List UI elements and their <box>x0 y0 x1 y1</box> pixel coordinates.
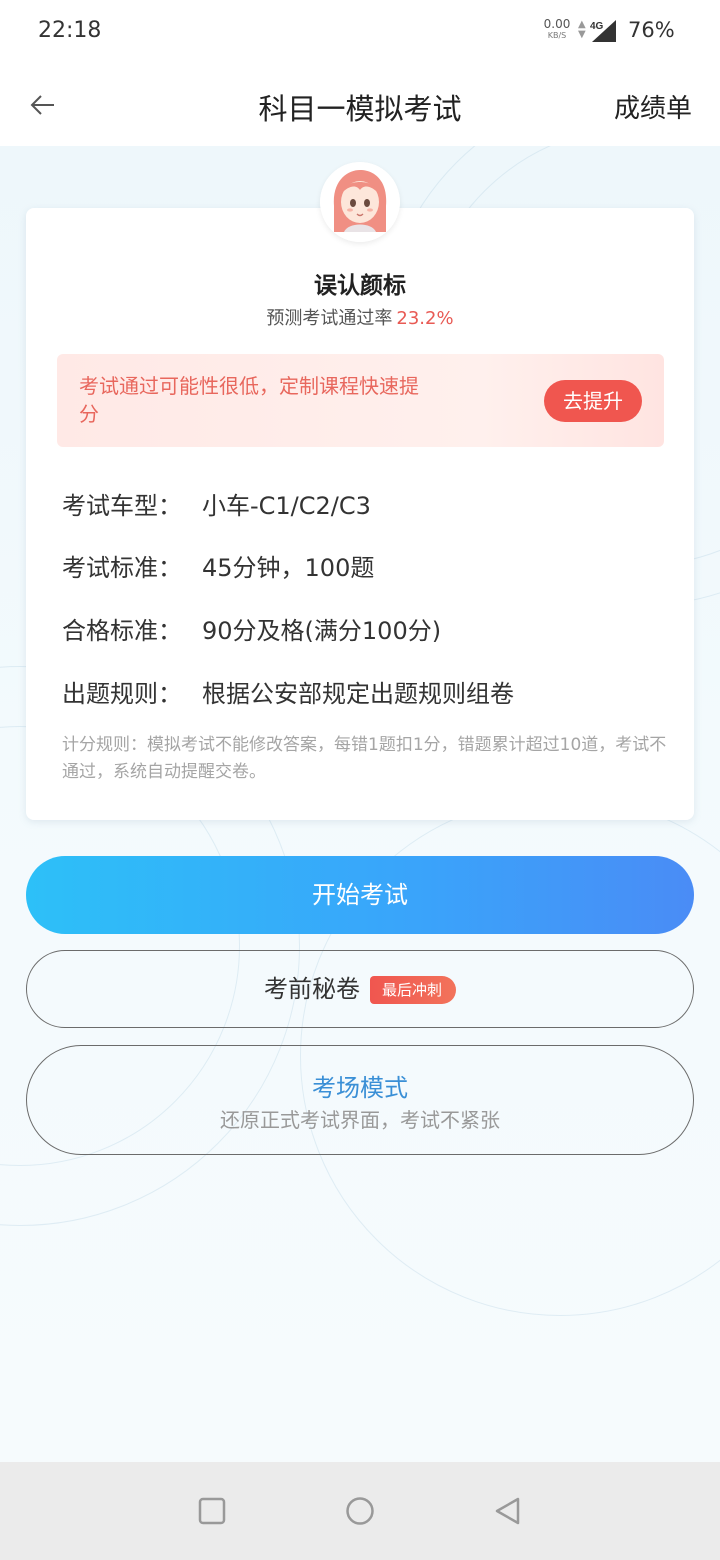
info-label: 合格标准： <box>62 617 182 645</box>
pass-rate-label: 预测考试通过率 <box>266 308 393 329</box>
back-nav-icon[interactable] <box>492 1495 524 1527</box>
info-value: 根据公安部规定出题规则组卷 <box>202 680 514 708</box>
system-nav-bar <box>0 1462 720 1560</box>
svg-text:4G: 4G <box>590 21 604 32</box>
info-label: 考试车型： <box>62 492 182 520</box>
home-icon[interactable] <box>344 1495 376 1527</box>
info-row-pass-standard: 合格标准： 90分及格(满分100分) <box>62 611 441 646</box>
exam-mode-title: 考场模式 <box>312 1074 408 1102</box>
page-title: 科目一模拟考试 <box>258 92 462 126</box>
pass-rate: 预测考试通过率 23.2% <box>26 304 694 330</box>
status-time: 22:18 <box>38 18 102 43</box>
promo-banner: 考试通过可能性很低，定制课程快速提分 去提升 <box>57 354 664 447</box>
exam-info-card: 误认颜标 预测考试通过率 23.2% 考试通过可能性很低，定制课程快速提分 去提升… <box>26 208 694 820</box>
start-exam-button[interactable]: 开始考试 <box>26 856 694 934</box>
secret-paper-label: 考前秘卷 <box>263 975 360 1003</box>
report-card-link[interactable]: 成绩单 <box>614 88 692 125</box>
battery-level: 76% <box>628 18 675 42</box>
recent-apps-icon[interactable] <box>196 1495 228 1527</box>
network-speed: 0.00 KB/S <box>543 17 571 40</box>
avatar-illustration <box>320 162 400 242</box>
info-value: 45分钟，100题 <box>202 554 375 582</box>
data-activity-icon: ▲ ▼ <box>578 19 586 40</box>
final-sprint-badge: 最后冲刺 <box>369 975 456 1004</box>
info-value: 小车-C1/C2/C3 <box>202 492 371 520</box>
info-label: 考试标准： <box>62 554 182 582</box>
info-row-standard: 考试标准： 45分钟，100题 <box>62 548 374 583</box>
avatar <box>320 162 400 242</box>
promo-text: 考试通过可能性很低，定制课程快速提分 <box>79 374 419 426</box>
exam-room-mode-button[interactable]: 考场模式 还原正式考试界面，考试不紧张 <box>26 1045 694 1155</box>
header: 科目一模拟考试 成绩单 <box>0 64 720 146</box>
scoring-rule-note: 计分规则：模拟考试不能修改答案，每错1题扣1分，错题累计超过10道，考试不通过，… <box>62 735 667 782</box>
signal-icon: 4G <box>590 20 616 42</box>
improve-button[interactable]: 去提升 <box>544 380 642 422</box>
exam-mode-subtitle: 还原正式考试界面，考试不紧张 <box>220 1108 500 1132</box>
info-value: 90分及格(满分100分) <box>202 617 442 645</box>
status-bar: 22:18 0.00 KB/S ▲ ▼ 4G 76% <box>0 0 720 64</box>
info-row-vehicle: 考试车型： 小车-C1/C2/C3 <box>62 486 371 521</box>
info-row-question-rule: 出题规则： 根据公安部规定出题规则组卷 <box>62 674 514 709</box>
secret-paper-button[interactable]: 考前秘卷 最后冲刺 <box>26 950 694 1028</box>
pass-rate-value: 23.2% <box>396 308 454 329</box>
info-label: 出题规则： <box>62 680 182 708</box>
user-name: 误认颜标 <box>314 273 406 299</box>
